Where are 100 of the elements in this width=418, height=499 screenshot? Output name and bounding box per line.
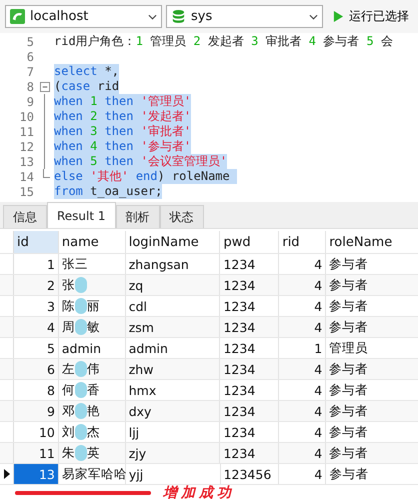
column-header[interactable]: name (58, 231, 126, 253)
table-cell: 朱 (62, 444, 75, 462)
table-cell: 杰 (86, 424, 100, 440)
table-cell: 4 (279, 359, 326, 379)
table-cell-text: 参与者 (328, 380, 370, 398)
table-cell: dxy (126, 401, 220, 421)
table-cell: admin (126, 338, 220, 358)
table-cell: 刘 (62, 424, 75, 440)
table-cell: 8 (14, 380, 59, 400)
column-header[interactable]: id (14, 231, 59, 253)
table-cell: 1234 (220, 380, 280, 400)
line-number: 5 (26, 34, 34, 48)
table-cell: 香 (86, 382, 100, 398)
result-tab[interactable]: 信息 (3, 205, 47, 228)
table-cell: 9 (14, 401, 59, 421)
table-cell: 4 (279, 275, 326, 295)
line-number: 14 (18, 170, 34, 184)
table-cell: 1234 (220, 296, 280, 316)
table-cell: 13 (14, 464, 59, 484)
line-number: 9 (26, 94, 34, 108)
table-cell-text: 参与者 (328, 444, 370, 462)
table-cell: 张 (62, 276, 75, 294)
column-header[interactable]: roleName (326, 231, 418, 253)
current-row-icon (4, 469, 10, 479)
table-cell: 艳 (86, 402, 100, 420)
table-cell-text: 参与者 (328, 318, 370, 336)
handwritten-note: 增加成功 (163, 484, 235, 499)
table-cell: yjj (126, 464, 221, 484)
table-cell: 陈 (62, 298, 75, 314)
table-cell: 4 (279, 401, 326, 421)
table-cell: 4 (279, 254, 326, 274)
table-cell: ljj (126, 422, 220, 442)
table-cell: 3 (14, 296, 59, 316)
column-header[interactable]: pwd (220, 231, 280, 253)
table-cell: 1234 (220, 359, 280, 379)
table-cell: 4 (279, 296, 326, 316)
table-cell: zhangsan (126, 254, 220, 274)
database-dropdown[interactable]: sys (166, 5, 323, 28)
table-cell: 1234 (220, 401, 280, 421)
caret-icon (148, 14, 157, 20)
connection-dropdown[interactable]: localhost (5, 5, 162, 28)
table-cell: 11 (14, 443, 59, 463)
table-cell: 英 (86, 444, 100, 462)
table-cell: 易家军哈哈 (62, 466, 127, 482)
line-number: 8 (26, 80, 34, 94)
table-cell: 1234 (220, 317, 280, 337)
table-cell-text: 参与者 (328, 276, 370, 294)
caret-icon (309, 14, 318, 20)
line-number: 10 (18, 110, 34, 124)
result-tab[interactable]: Result 1 (47, 202, 116, 228)
result-tab[interactable]: 状态 (160, 205, 204, 228)
column-header[interactable]: loginName (126, 231, 220, 253)
table-cell: 左 (62, 360, 75, 378)
database-icon (171, 9, 186, 24)
line-number: 6 (26, 50, 34, 64)
table-cell: 伟 (86, 360, 100, 378)
table-cell: 周 (62, 318, 75, 336)
table-cell: 张三 (62, 256, 88, 272)
table-cell: 2 (14, 275, 59, 295)
table-cell: cdl (126, 296, 220, 316)
line-number: 7 (26, 64, 34, 78)
table-cell: 1 (279, 338, 326, 358)
collapse-icon[interactable] (40, 82, 50, 92)
table-cell: 4 (279, 317, 326, 337)
line-number: 11 (18, 124, 34, 138)
run-selected-button[interactable]: 运行已选择 (327, 8, 409, 25)
line-number: 13 (18, 154, 34, 168)
table-cell-text: 参与者 (328, 422, 370, 440)
table-cell: 5 (14, 338, 59, 358)
table-cell: 邓 (62, 402, 75, 420)
table-cell: 何 (62, 382, 75, 398)
table-cell: hmx (126, 380, 220, 400)
table-cell: zhw (126, 359, 220, 379)
database-name: sys (191, 9, 214, 24)
table-cell: 1234 (220, 443, 280, 463)
table-cell: 4 (14, 317, 59, 337)
play-icon (333, 10, 344, 23)
table-cell: 敏 (86, 318, 100, 336)
table-cell: zjy (126, 443, 220, 463)
table-cell: 1 (14, 254, 59, 274)
table-cell: 4 (279, 443, 326, 463)
table-cell: 6 (14, 359, 59, 379)
table-cell-text: 参与者 (328, 464, 370, 482)
table-cell: 4 (279, 422, 326, 442)
connection-name: localhost (30, 9, 90, 24)
table-cell-text: 参与者 (328, 402, 370, 420)
result-tab[interactable]: 剖析 (116, 205, 160, 228)
table-cell: 10 (14, 422, 59, 442)
table-cell-text: 管理员 (328, 338, 370, 356)
table-cell: 1234 (220, 338, 280, 358)
table-cell: admin (62, 340, 102, 356)
table-cell: zsm (126, 317, 220, 337)
code-line: rid用户角色：1 管理员 2 发起者 3 审批者 4 参与者 5 会 (54, 34, 393, 49)
table-cell-text: 参与者 (328, 296, 370, 314)
table-cell-text: 参与者 (328, 254, 370, 272)
table-cell: 丽 (86, 298, 100, 314)
table-cell: 1234 (220, 422, 280, 442)
column-header[interactable]: rid (279, 231, 326, 253)
table-cell: 1234 (220, 275, 280, 295)
table-cell: 1234 (220, 254, 280, 274)
